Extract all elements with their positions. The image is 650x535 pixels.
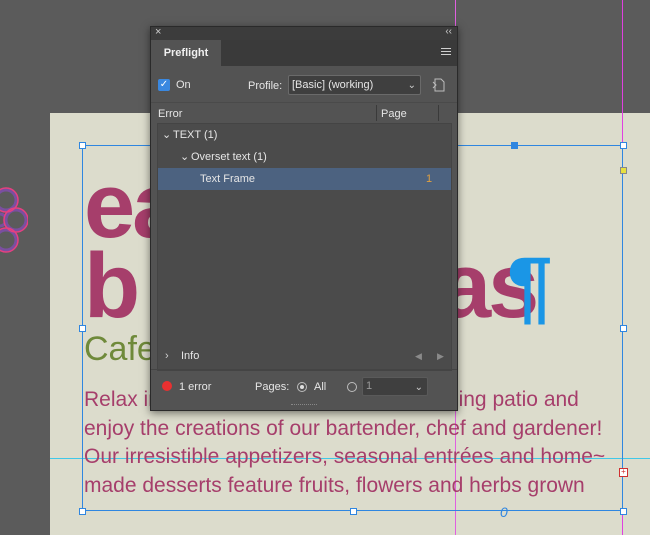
footer-divider xyxy=(151,369,457,370)
list-item-text-frame[interactable]: Text Frame 1 xyxy=(158,168,451,190)
panel-tab-bar: Preflight xyxy=(151,40,457,66)
chevron-right-icon[interactable]: › xyxy=(165,345,169,367)
on-checkbox[interactable]: ✓ xyxy=(158,79,170,91)
panel-menu-icon[interactable] xyxy=(441,48,451,57)
column-error[interactable]: Error xyxy=(158,108,182,120)
previous-icon[interactable]: ◀ xyxy=(415,345,422,367)
page-range-value: 1 xyxy=(366,380,373,392)
pages-all-label: All xyxy=(314,381,327,393)
list-item-overset-text[interactable]: ⌄ Overset text (1) xyxy=(158,146,451,168)
frame-handle-top-center[interactable] xyxy=(511,142,518,149)
column-divider xyxy=(376,105,377,121)
chevron-down-icon[interactable]: ⌄ xyxy=(180,146,189,168)
close-icon[interactable]: × xyxy=(155,26,161,38)
frame-handle-bottom-left[interactable] xyxy=(79,508,86,515)
resize-grip[interactable] xyxy=(291,404,317,408)
next-icon[interactable]: ▶ xyxy=(437,345,444,367)
profile-select-value: [Basic] (working) xyxy=(292,79,374,91)
anchor-marker: 0 xyxy=(500,504,508,520)
page-range-input[interactable]: 1 ⌄ xyxy=(362,377,428,396)
on-label: On xyxy=(176,79,191,91)
panel-title-strip[interactable]: × ‹‹ xyxy=(151,26,457,40)
chevron-down-icon[interactable]: ⌄ xyxy=(162,124,171,146)
error-status-icon xyxy=(162,381,172,391)
list-item-page[interactable]: 1 xyxy=(426,168,432,190)
frame-handle-top-left[interactable] xyxy=(79,142,86,149)
list-item-text-category[interactable]: ⌄ TEXT (1) xyxy=(158,124,451,146)
pages-all-radio[interactable] xyxy=(297,382,307,392)
error-count: 1 error xyxy=(179,381,212,393)
list-item-label: Overset text (1) xyxy=(191,151,267,163)
define-profiles-icon[interactable] xyxy=(431,77,447,93)
profile-select[interactable]: [Basic] (working) ⌄ xyxy=(288,75,421,95)
tab-preflight[interactable]: Preflight xyxy=(151,40,221,66)
frame-handle-bottom-center[interactable] xyxy=(350,508,357,515)
overset-out-port-icon[interactable]: + xyxy=(619,468,628,477)
error-list[interactable]: ⌄ TEXT (1) ⌄ Overset text (1) Text Frame… xyxy=(157,123,452,371)
column-header: Error Page xyxy=(151,102,457,123)
preflight-panel[interactable]: × ‹‹ Preflight ✓ On Profile: [Basic] (wo… xyxy=(150,26,458,411)
collapse-icon[interactable]: ‹‹ xyxy=(445,26,452,37)
pages-label: Pages: xyxy=(255,381,290,393)
pages-range-radio[interactable] xyxy=(347,382,357,392)
chevron-down-icon: ⌄ xyxy=(407,80,416,91)
frame-handle-middle-right[interactable] xyxy=(620,325,627,332)
frame-handle-middle-left[interactable] xyxy=(79,325,86,332)
list-item-label: Text Frame xyxy=(200,173,256,185)
flower-graphic[interactable] xyxy=(0,186,28,256)
list-item-label: TEXT (1) xyxy=(173,129,218,141)
chevron-down-icon: ⌄ xyxy=(414,382,423,393)
frame-in-port[interactable] xyxy=(620,167,627,174)
column-divider-end xyxy=(438,105,439,121)
info-section[interactable]: › Info ◀ ▶ xyxy=(157,345,450,367)
frame-handle-top-right[interactable] xyxy=(620,142,627,149)
frame-handle-bottom-right[interactable] xyxy=(620,508,627,515)
info-label: Info xyxy=(181,350,200,362)
profile-label: Profile: xyxy=(248,80,283,92)
column-page[interactable]: Page xyxy=(381,108,407,120)
